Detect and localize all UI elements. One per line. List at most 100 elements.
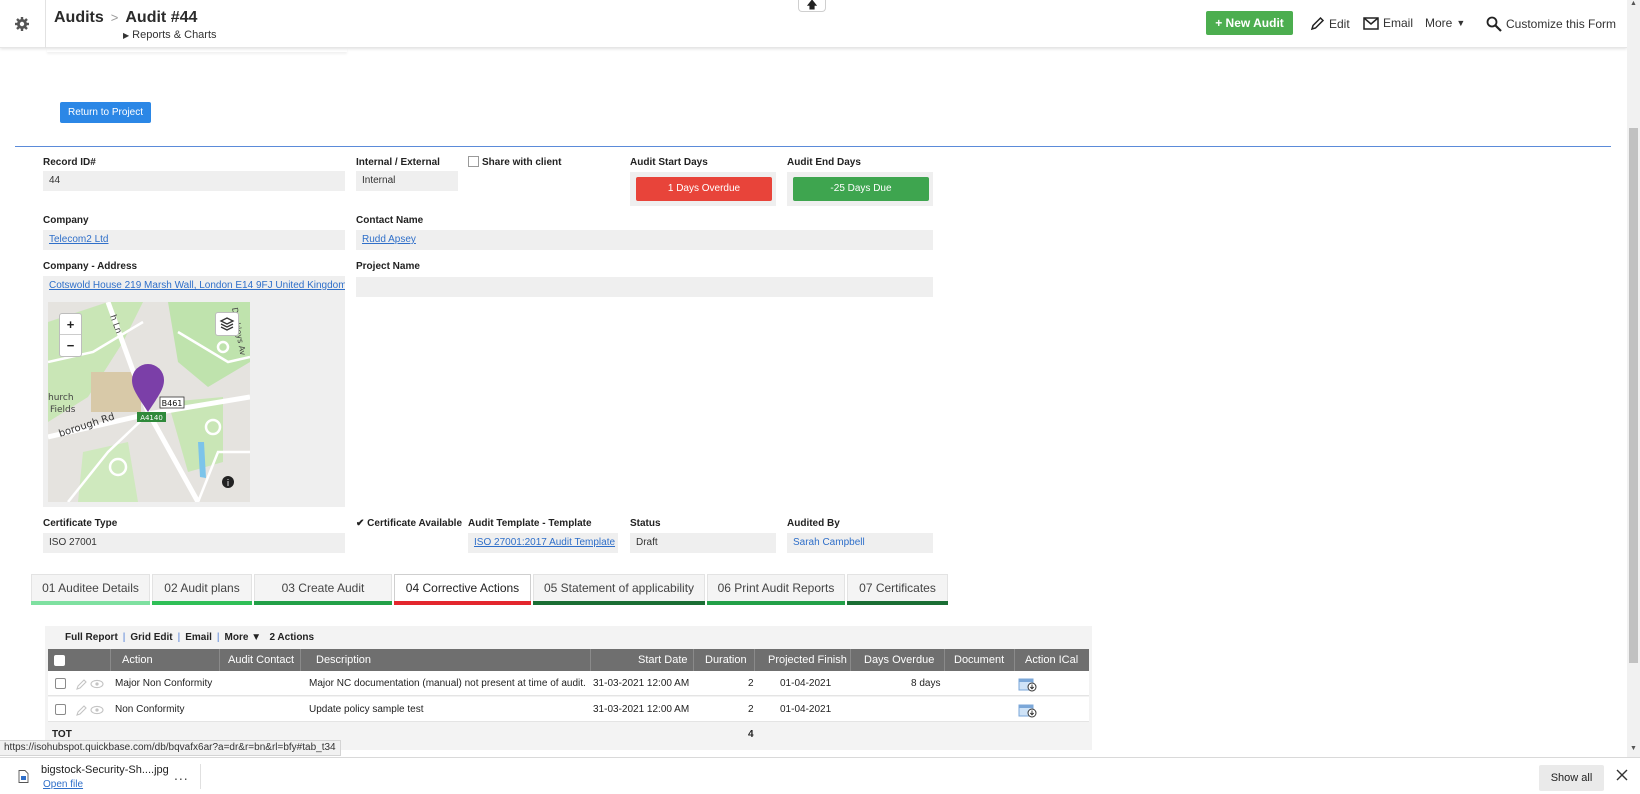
- show-all-downloads-button[interactable]: Show all: [1539, 765, 1604, 791]
- cell-duration: 2: [748, 678, 754, 689]
- reports-charts-toggle[interactable]: ▶ Reports & Charts: [123, 29, 217, 41]
- company-address-link[interactable]: Cotswold House 219 Marsh Wall, London E1…: [49, 280, 345, 291]
- column-header-document[interactable]: Document: [954, 649, 1004, 671]
- row-select-checkbox[interactable]: [55, 678, 66, 689]
- breadcrumb-root-link[interactable]: Audits: [54, 9, 104, 26]
- chevron-down-icon: ▼: [1456, 18, 1466, 28]
- status-label: Status: [630, 518, 661, 529]
- cell-start-date: 31-03-2021 12:00 AM: [593, 678, 690, 689]
- download-file-name[interactable]: bigstock-Security-Sh....jpg: [41, 764, 169, 776]
- more-menu-button[interactable]: More ▼: [1425, 16, 1465, 30]
- cell-duration: 2: [748, 704, 754, 715]
- project-name-field: [356, 277, 933, 297]
- edit-record-icon[interactable]: [76, 705, 87, 716]
- column-header-duration[interactable]: Duration: [705, 649, 747, 671]
- scrollbar-thumb[interactable]: [1629, 128, 1638, 663]
- grid-edit-link[interactable]: Grid Edit: [130, 632, 172, 643]
- map-layers-button[interactable]: [215, 312, 239, 336]
- caret-right-icon: ▶: [123, 31, 130, 40]
- download-options-icon[interactable]: ...: [174, 767, 189, 783]
- cell-action: Major Non Conformity: [115, 678, 213, 689]
- cell-description: Update policy sample test: [309, 704, 424, 715]
- calendar-download-icon[interactable]: [1018, 677, 1037, 692]
- toolbar-divider: |: [122, 632, 126, 643]
- tab-color-bar: [533, 601, 705, 605]
- audit-start-days-label: Audit Start Days: [630, 157, 708, 168]
- column-header-projected-finish[interactable]: Projected Finish: [768, 649, 847, 671]
- tab-color-bar: [394, 601, 531, 605]
- image-file-icon: [18, 770, 29, 783]
- report-toolbar: Full Report | Grid Edit | Email | More ▼ 2 Act…: [65, 632, 314, 643]
- tab-certificates[interactable]: 07 Certificates: [847, 574, 948, 605]
- audit-template-link[interactable]: ISO 27001:2017 Audit Template: [474, 537, 615, 548]
- view-record-icon[interactable]: [90, 705, 104, 715]
- table-row[interactable]: Non Conformity Update policy sample test…: [48, 697, 1089, 722]
- collapse-header-arrow-icon[interactable]: 🡅: [798, 0, 826, 12]
- email-button[interactable]: Email: [1363, 16, 1413, 30]
- column-header-action-ical[interactable]: Action ICal: [1025, 649, 1078, 671]
- gear-icon[interactable]: [14, 16, 30, 32]
- scroll-down-arrow-icon[interactable]: ▼: [1630, 745, 1637, 752]
- tab-statement-of-applicability[interactable]: 05 Statement of applicability: [533, 574, 705, 605]
- view-record-icon[interactable]: [90, 679, 104, 689]
- tab-audit-plans[interactable]: 02 Audit plans: [152, 574, 252, 605]
- checkmark-icon: ✔: [356, 518, 365, 529]
- column-header-start-date[interactable]: Start Date: [638, 649, 688, 671]
- map-label-fields: Fields: [50, 405, 76, 415]
- column-divider: [300, 649, 301, 671]
- select-all-checkbox[interactable]: [54, 655, 65, 666]
- zoom-in-button[interactable]: +: [60, 314, 81, 335]
- project-name-label: Project Name: [356, 261, 420, 272]
- record-id-label: Record ID#: [43, 157, 96, 168]
- section-divider: [15, 146, 1611, 147]
- return-to-project-button[interactable]: Return to Project: [60, 102, 151, 123]
- column-divider: [754, 649, 755, 671]
- open-file-link[interactable]: Open file: [43, 779, 83, 790]
- share-checkbox-box[interactable]: [468, 156, 479, 167]
- report-email-link[interactable]: Email: [185, 632, 212, 643]
- header-divider: [45, 0, 46, 48]
- page-scrollbar[interactable]: ▲ ▼: [1627, 0, 1640, 757]
- close-icon[interactable]: [1615, 768, 1629, 782]
- breadcrumb: Audits > Audit #44: [54, 9, 197, 27]
- totals-duration: 4: [748, 729, 754, 740]
- full-report-link[interactable]: Full Report: [65, 632, 118, 643]
- map-road-badge-a4140: A4140: [140, 414, 163, 422]
- tab-color-bar: [31, 601, 150, 605]
- customize-form-button[interactable]: Customize this Form: [1486, 16, 1616, 32]
- column-divider: [219, 649, 220, 671]
- pencil-icon: [1310, 16, 1325, 31]
- envelope-icon: [1363, 16, 1379, 30]
- company-address-label: Company - Address: [43, 261, 138, 272]
- row-select-checkbox[interactable]: [55, 704, 66, 715]
- company-link[interactable]: Telecom2 Ltd: [49, 234, 108, 245]
- edit-label: Edit: [1329, 16, 1350, 31]
- edit-button[interactable]: Edit: [1310, 16, 1350, 31]
- column-header-description[interactable]: Description: [316, 649, 371, 671]
- audited-by-value[interactable]: Sarah Campbell: [793, 537, 865, 548]
- new-audit-button[interactable]: + New Audit: [1206, 11, 1293, 35]
- column-header-audit-contact[interactable]: Audit Contact: [228, 649, 294, 671]
- share-with-client-checkbox[interactable]: Share with client: [468, 156, 561, 168]
- contact-name-link[interactable]: Rudd Apsey: [362, 234, 416, 245]
- column-divider: [850, 649, 851, 671]
- header-dropdown-edge: [47, 48, 347, 52]
- status-field: Draft: [630, 533, 776, 553]
- calendar-download-icon[interactable]: [1018, 703, 1037, 718]
- page-title: Audit #44: [125, 9, 198, 26]
- tab-create-audit[interactable]: 03 Create Audit: [254, 574, 392, 605]
- column-header-action[interactable]: Action: [122, 649, 153, 671]
- column-header-days-overdue[interactable]: Days Overdue: [864, 649, 934, 671]
- tab-auditee-details[interactable]: 01 Auditee Details: [31, 574, 150, 605]
- zoom-out-button[interactable]: −: [60, 335, 81, 356]
- scroll-up-arrow-icon[interactable]: ▲: [1630, 0, 1637, 7]
- map-info-icon[interactable]: i: [227, 479, 230, 489]
- table-row[interactable]: Major Non Conformity Major NC documentat…: [48, 671, 1089, 696]
- tab-print-audit-reports[interactable]: 06 Print Audit Reports: [707, 574, 845, 605]
- report-more-menu[interactable]: More ▼: [225, 632, 262, 643]
- breadcrumb-separator: >: [110, 10, 119, 25]
- edit-record-icon[interactable]: [76, 679, 87, 690]
- record-id-field: 44: [43, 171, 345, 191]
- downloads-divider: [200, 764, 201, 789]
- tab-corrective-actions[interactable]: 04 Corrective Actions: [394, 574, 531, 605]
